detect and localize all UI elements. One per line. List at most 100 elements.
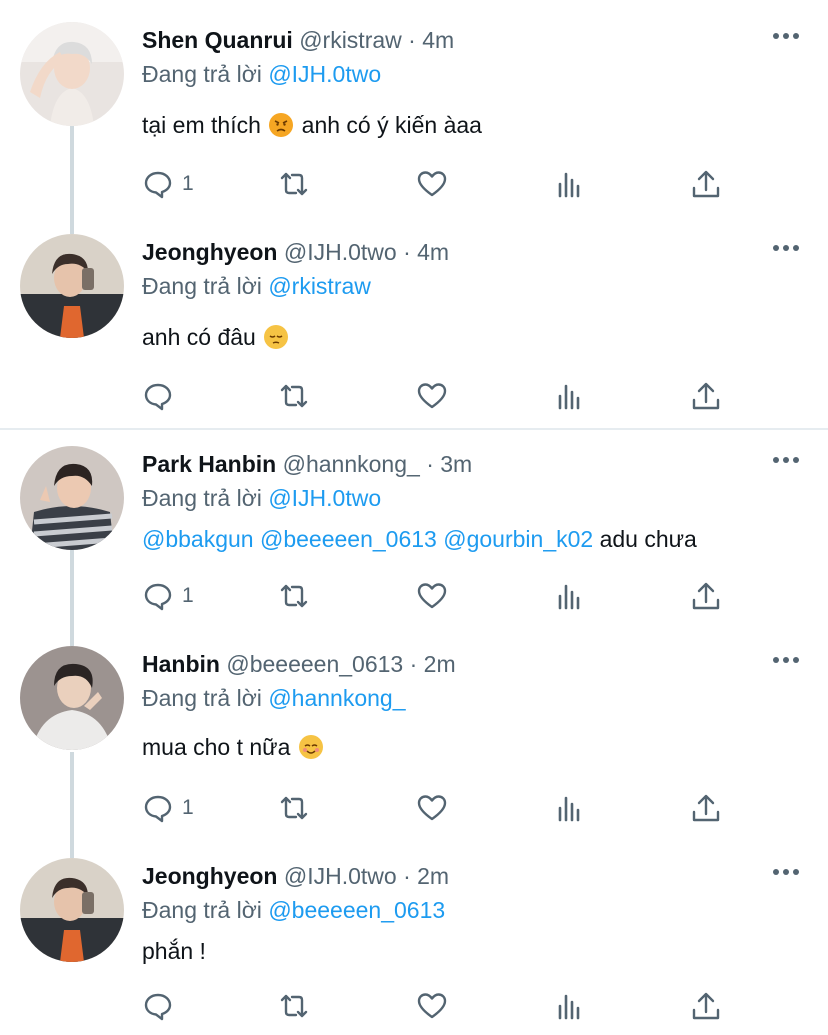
reply-button[interactable] (142, 988, 182, 1024)
more-icon[interactable] (772, 652, 800, 663)
tweet[interactable]: Jeonghyeon @IJH.0two · 2m Đang trả lời @… (0, 836, 828, 1035)
reply-button[interactable]: 1 (142, 166, 194, 202)
avatar[interactable] (20, 446, 124, 550)
reply-button[interactable] (142, 378, 182, 414)
avatar[interactable] (20, 858, 124, 962)
display-name[interactable]: Jeonghyeon (142, 863, 277, 889)
like-icon (417, 993, 447, 1019)
reply-button[interactable]: 1 (142, 790, 194, 826)
tweet-text-part: phắn ! (142, 938, 206, 964)
share-icon (692, 992, 720, 1020)
mention-link[interactable]: @beeeeen_0613 (260, 526, 437, 552)
replying-to: Đang trả lời @IJH.0two (142, 484, 381, 512)
handle[interactable]: @hannkong_ (283, 451, 420, 477)
action-bar: 1 (142, 578, 742, 614)
tweet-header: Hanbin @beeeeen_0613 · 2m (142, 650, 456, 678)
separator-dot: · (426, 451, 434, 477)
views-button[interactable] (554, 166, 586, 202)
display-name[interactable]: Park Hanbin (142, 451, 276, 477)
separator-dot: · (409, 651, 418, 677)
avatar[interactable] (20, 234, 124, 338)
more-icon[interactable] (772, 28, 800, 39)
more-icon[interactable] (772, 452, 800, 463)
tweet[interactable]: Jeonghyeon @IJH.0two · 4m Đang trả lời @… (0, 212, 828, 426)
replying-to-link[interactable]: @IJH.0two (268, 61, 381, 87)
views-button[interactable] (554, 988, 586, 1024)
handle[interactable]: @IJH.0two (284, 863, 397, 889)
action-bar: 1 (142, 790, 742, 826)
reply-icon (144, 171, 172, 199)
reply-icon (144, 383, 172, 411)
retweet-button[interactable] (278, 790, 310, 826)
display-name[interactable]: Jeonghyeon (142, 239, 277, 265)
timestamp[interactable]: 2m (424, 651, 456, 677)
share-icon (692, 170, 720, 198)
views-icon (558, 172, 580, 198)
mention-link[interactable]: @gourbin_k02 (443, 526, 593, 552)
timestamp[interactable]: 4m (422, 27, 454, 53)
more-icon[interactable] (772, 864, 800, 875)
handle[interactable]: @rkistraw (299, 27, 402, 53)
more-icon[interactable] (772, 240, 800, 251)
timestamp[interactable]: 3m (440, 451, 472, 477)
tweet[interactable]: Hanbin @beeeeen_0613 · 2m Đang trả lời @… (0, 624, 828, 838)
handle[interactable]: @beeeeen_0613 (226, 651, 403, 677)
share-button[interactable] (690, 578, 722, 614)
tweet-text-part: tại em thích (142, 112, 261, 138)
replying-label: Đang trả lời (142, 273, 262, 299)
like-button[interactable] (416, 790, 448, 826)
replying-to: Đang trả lời @hannkong_ (142, 684, 406, 712)
tweet-header: Jeonghyeon @IJH.0two · 4m (142, 238, 449, 266)
retweet-button[interactable] (278, 988, 310, 1024)
like-button[interactable] (416, 166, 448, 202)
replying-to-link[interactable]: @hannkong_ (268, 685, 405, 711)
replying-label: Đang trả lời (142, 897, 262, 923)
views-icon (558, 994, 580, 1020)
like-icon (417, 171, 447, 197)
avatar[interactable] (20, 22, 124, 126)
like-button[interactable] (416, 378, 448, 414)
tweet-text-part: anh có đâu (142, 324, 256, 350)
timestamp[interactable]: 4m (417, 239, 449, 265)
display-name[interactable]: Hanbin (142, 651, 220, 677)
like-button[interactable] (416, 578, 448, 614)
share-icon (692, 794, 720, 822)
share-button[interactable] (690, 166, 722, 202)
like-button[interactable] (416, 988, 448, 1024)
handle[interactable]: @IJH.0two (284, 239, 397, 265)
replying-label: Đang trả lời (142, 61, 262, 87)
like-icon (417, 383, 447, 409)
retweet-button[interactable] (278, 378, 310, 414)
views-button[interactable] (554, 578, 586, 614)
tweet-text: @bbakgun @beeeeen_0613 @gourbin_k02 adu … (142, 524, 697, 554)
replying-label: Đang trả lời (142, 685, 262, 711)
share-button[interactable] (690, 378, 722, 414)
retweet-icon (280, 584, 308, 608)
retweet-button[interactable] (278, 166, 310, 202)
tweet-text-part: adu chưa (599, 526, 697, 552)
retweet-icon (280, 172, 308, 196)
views-button[interactable] (554, 790, 586, 826)
reply-icon (144, 583, 172, 611)
action-bar (142, 378, 742, 414)
mention-link[interactable]: @bbakgun (142, 526, 254, 552)
display-name[interactable]: Shen Quanrui (142, 27, 293, 53)
tweet[interactable]: Park Hanbin @hannkong_ · 3m Đang trả lời… (0, 424, 828, 638)
retweet-button[interactable] (278, 578, 310, 614)
angry-face-icon (269, 113, 294, 137)
reply-count: 1 (182, 796, 194, 819)
replying-to: Đang trả lời @IJH.0two (142, 60, 381, 88)
tweet[interactable]: Shen Quanrui @rkistraw · 4m Đang trả lời… (0, 0, 828, 214)
replying-to-link[interactable]: @rkistraw (268, 273, 371, 299)
share-button[interactable] (690, 988, 722, 1024)
views-button[interactable] (554, 378, 586, 414)
avatar[interactable] (20, 646, 124, 750)
replying-to-link[interactable]: @beeeeen_0613 (268, 897, 445, 923)
reply-button[interactable]: 1 (142, 578, 194, 614)
share-button[interactable] (690, 790, 722, 826)
timestamp[interactable]: 2m (417, 863, 449, 889)
share-icon (692, 582, 720, 610)
separator-dot: · (403, 239, 411, 265)
replying-to-link[interactable]: @IJH.0two (268, 485, 381, 511)
action-bar (142, 988, 742, 1024)
